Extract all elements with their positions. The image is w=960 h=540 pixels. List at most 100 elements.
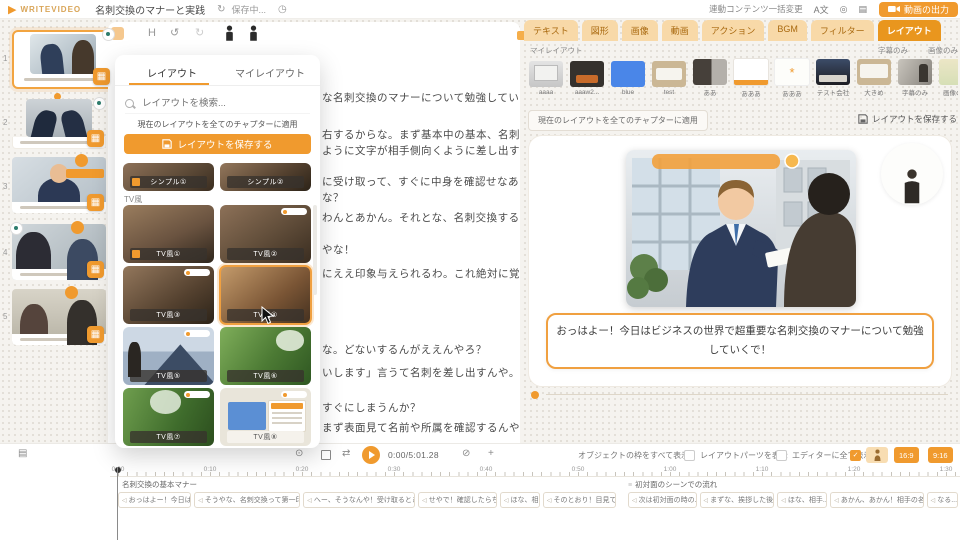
- guide-icon[interactable]: ▤: [858, 4, 867, 15]
- avatar-toggle-button[interactable]: [866, 447, 888, 463]
- volume-icon[interactable]: ⊙: [295, 448, 303, 459]
- layout-quick-button[interactable]: ▦: [87, 326, 104, 343]
- undo-icon[interactable]: ↺: [170, 26, 179, 39]
- layout-search-box[interactable]: [125, 93, 310, 114]
- layout-option-tv[interactable]: TV風⑧: [220, 388, 311, 446]
- popup-scrollbar[interactable]: [313, 205, 317, 295]
- apply-layout-all-button[interactable]: 現在のレイアウトを全てのチャプターに適用: [528, 110, 708, 131]
- popup-tab-layout[interactable]: レイアウト: [147, 65, 197, 80]
- refresh-icon[interactable]: ↻: [217, 4, 225, 15]
- layout-preset[interactable]: 画像のみ: [938, 59, 958, 97]
- heading-icon[interactable]: H: [148, 27, 156, 39]
- speed-icon[interactable]: ⊘: [462, 448, 470, 459]
- script-line[interactable]: やな！: [322, 242, 355, 257]
- layout-quick-button[interactable]: ▦: [87, 261, 104, 278]
- chapter-thumbnail[interactable]: ▦: [12, 99, 106, 149]
- project-title[interactable]: 名刺交換のマナーと実践: [95, 2, 205, 17]
- script-line[interactable]: に受け取って、すぐに中身を確認せなあ: [322, 174, 519, 189]
- tab-shape[interactable]: 図形: [582, 20, 618, 41]
- history-icon[interactable]: ◷: [278, 4, 287, 15]
- script-line[interactable]: すぐにしまうんか？: [322, 400, 421, 415]
- layout-preset[interactable]: 字幕のみ: [897, 59, 933, 97]
- move-icon[interactable]: +: [488, 448, 494, 459]
- subtitle-block[interactable]: ◁おっはよー！今日はビ...: [118, 492, 191, 508]
- ratio-9-16-button[interactable]: 9:16: [928, 447, 953, 463]
- tab-action[interactable]: アクション: [702, 20, 765, 41]
- script-line[interactable]: まず表面見て名前や所属を確認するんや。: [322, 420, 520, 435]
- layout-quick-button[interactable]: ▦: [87, 194, 104, 211]
- redo-icon[interactable]: ↻: [195, 26, 204, 39]
- play-button[interactable]: [362, 446, 380, 464]
- layout-preset[interactable]: *あああ: [774, 58, 810, 98]
- layout-preset[interactable]: aaaa: [528, 61, 564, 96]
- presenter-avatar[interactable]: [881, 143, 943, 205]
- layout-preset[interactable]: blue: [610, 61, 646, 96]
- video-frame[interactable]: [626, 150, 856, 307]
- preview-scrubber-handle[interactable]: [531, 391, 539, 399]
- tab-filter[interactable]: フィルター: [811, 20, 874, 41]
- subtitle-block[interactable]: ◁まずな、挨拶した後...: [700, 492, 775, 508]
- chapter-thumbnail[interactable]: ▦: [12, 289, 106, 345]
- keyboard-icon[interactable]: ▤: [18, 448, 27, 459]
- loop-icon[interactable]: ⇄: [342, 448, 350, 459]
- layout-option-tv[interactable]: TV風③: [123, 266, 214, 324]
- tab-text[interactable]: テキスト: [524, 20, 578, 41]
- chapter-thumbnail[interactable]: ▦: [12, 224, 106, 280]
- layout-preset[interactable]: test: [651, 61, 687, 96]
- layout-quick-button[interactable]: ▦: [93, 68, 110, 85]
- popup-save-layout-button[interactable]: レイアウトを保存する: [124, 134, 311, 154]
- ratio-16-9-button[interactable]: 16:9: [894, 447, 919, 463]
- layout-option-tv[interactable]: TV風②: [220, 205, 311, 263]
- subtitle-block[interactable]: ◁次は初対面の時の...: [628, 492, 697, 508]
- tab-layout[interactable]: レイアウト: [878, 20, 941, 41]
- subtitle-block[interactable]: ◁ほな、相...: [500, 492, 540, 508]
- link-icon[interactable]: ◎: [840, 4, 848, 15]
- character-icon[interactable]: [248, 25, 259, 41]
- playhead-handle[interactable]: [115, 467, 121, 473]
- chapter-track-label[interactable]: 名刺交換の基本マナー: [122, 479, 197, 490]
- subtitle-block[interactable]: ◁そのとおり！目見て笑...: [543, 492, 616, 508]
- script-line[interactable]: な？: [322, 190, 344, 205]
- bulk-edit-link[interactable]: 連動コンテンツ一括変更: [709, 3, 803, 15]
- chapter-thumbnail[interactable]: ▦: [12, 157, 106, 213]
- fit-screen-icon[interactable]: [321, 450, 331, 460]
- script-line[interactable]: ように文字が相手側向くように差し出すん: [322, 143, 520, 158]
- export-video-button[interactable]: 動画の出力: [879, 2, 958, 17]
- toggle-object-frames-checkbox[interactable]: [684, 450, 695, 461]
- layout-preset[interactable]: 大きめ: [856, 59, 892, 97]
- timeline-ruler[interactable]: 0:00 0:10 0:20 0:30 0:40 0:50 1:00 1:10 …: [110, 465, 960, 477]
- layout-quick-button[interactable]: ▦: [87, 130, 104, 147]
- subtitle-block[interactable]: ◁へー、そうなんや！受け取るときも両...: [303, 492, 415, 508]
- popup-apply-all-link[interactable]: 現在のレイアウトを全てのチャプターに適用: [115, 119, 320, 130]
- translate-icon[interactable]: A文: [814, 3, 829, 16]
- search-input[interactable]: [140, 97, 294, 110]
- subtitle-block[interactable]: ◁なる...: [927, 492, 958, 508]
- script-line[interactable]: わんとあかん。それとな、名刺交換すると: [322, 210, 520, 225]
- tab-video[interactable]: 動画: [662, 20, 698, 41]
- preview-scrubber-track[interactable]: [546, 394, 948, 395]
- layout-option-tv[interactable]: TV風⑥: [220, 327, 311, 385]
- layout-option-tv[interactable]: TV風⑤: [123, 327, 214, 385]
- subtitle-textbox[interactable]: おっはよー！今日はビジネスの世界で超重要な名刺交換のマナーについて勉強 していく…: [546, 313, 934, 369]
- save-layout-button[interactable]: レイアウトを保存する: [858, 113, 957, 125]
- layout-preset[interactable]: テスト会社: [815, 59, 851, 97]
- script-line[interactable]: にええ印象与えられるわ。これ絶対に覚え: [322, 266, 520, 281]
- chapter-thumbnail[interactable]: ▦: [12, 30, 114, 89]
- layout-option-tv[interactable]: TV風①: [123, 205, 214, 263]
- toggle-editor-checkbox[interactable]: ✓: [850, 450, 861, 461]
- chapter-track-label[interactable]: ≡初対面のシーンでの流れ: [628, 479, 717, 490]
- layout-preset[interactable]: あああ: [733, 58, 769, 98]
- script-line[interactable]: 右するからな。まず基本中の基本、名刺は: [322, 127, 520, 142]
- popup-tab-my-layout[interactable]: マイレイアウト: [235, 65, 305, 80]
- tab-bgm[interactable]: BGM: [768, 20, 807, 41]
- tab-image[interactable]: 画像: [622, 20, 658, 41]
- toggle-layout-parts-checkbox[interactable]: [776, 450, 787, 461]
- layout-option-tv[interactable]: TV風⑦: [123, 388, 214, 446]
- layout-preset[interactable]: ああ: [692, 59, 728, 97]
- script-line[interactable]: な名刺交換のマナーについて勉強していく: [322, 90, 520, 105]
- layout-option-simple[interactable]: シンプル②: [220, 163, 311, 191]
- subtitle-block[interactable]: ◁ほな、相手...: [777, 492, 827, 508]
- subtitle-block[interactable]: ◁そうやな、名刺交換って第一印象め...: [194, 492, 300, 508]
- subtitle-block[interactable]: ◁せやで！確認したらちゃ...: [418, 492, 497, 508]
- script-line[interactable]: な。どないするんがええんやろ？: [322, 342, 487, 357]
